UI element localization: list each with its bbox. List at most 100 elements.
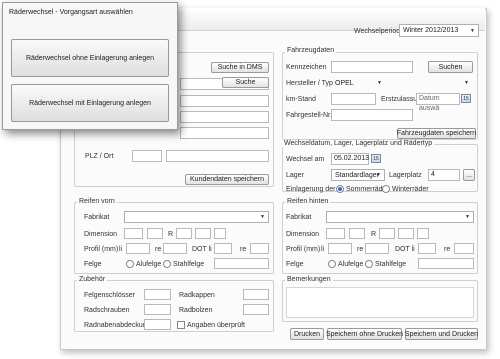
erstzulassung-input[interactable]: Datum auswä xyxy=(416,93,460,112)
save-vehicle-button[interactable]: Fahrzeugdaten speichern xyxy=(397,128,476,139)
front-re-label: re xyxy=(155,246,162,253)
front-rim-input[interactable] xyxy=(176,228,192,239)
rear-load-input[interactable] xyxy=(398,228,414,239)
wechsel-label: Wechsel am xyxy=(286,156,325,163)
without-storage-button[interactable]: Räderwechsel ohne Einlagerung anlegen xyxy=(11,39,169,77)
radio-icon xyxy=(382,185,390,193)
rear-stahl-label: Stahlfelge xyxy=(375,260,407,268)
front-felge-input[interactable] xyxy=(214,258,269,269)
rear-felge-input[interactable] xyxy=(418,258,474,269)
plz-input[interactable] xyxy=(132,150,162,162)
front-ratio-input[interactable] xyxy=(147,228,163,239)
lager-select[interactable]: Standardlager ▼ xyxy=(331,169,385,181)
front-speed-input[interactable] xyxy=(214,228,226,239)
radnaben-input[interactable] xyxy=(144,319,171,330)
radbolzen-input[interactable] xyxy=(243,304,269,315)
remarks-title: Bemerkungen xyxy=(285,276,333,283)
lager-label: Lager xyxy=(286,172,304,179)
search-dms-button[interactable]: Suche in DMS xyxy=(211,62,269,73)
front-dot-re-input[interactable] xyxy=(250,243,269,254)
change-title: Wechseldatum, Lager, Lagerplatz und Räde… xyxy=(282,140,435,147)
rear-width-input[interactable] xyxy=(326,228,345,239)
rear-alu-label: Alufelge xyxy=(338,260,364,268)
angaben-checkbox[interactable]: Angaben überprüft xyxy=(177,321,245,329)
chevron-down-icon: ▼ xyxy=(260,214,265,220)
rear-title: Reifen hinten xyxy=(285,198,331,205)
rear-stahl-radio[interactable]: Stahlfelge xyxy=(365,260,406,268)
city-input[interactable] xyxy=(166,150,269,162)
front-stahl-label: Stahlfelge xyxy=(173,260,205,268)
angaben-label: Angaben überprüft xyxy=(187,321,245,329)
period-select[interactable]: Winter 2012/2013 ▼ xyxy=(399,24,479,37)
wechsel-date-input[interactable]: 05.02.2013 xyxy=(331,153,369,165)
front-width-input[interactable] xyxy=(124,228,143,239)
felgenschloesser-label: Felgenschlösser xyxy=(84,292,135,299)
front-felge-label: Felge xyxy=(84,261,102,268)
hersteller-select[interactable]: OPEL ▼ xyxy=(331,77,386,89)
lagerplatz-label: Lagerplatz xyxy=(389,172,422,179)
lager-value: Standardlager xyxy=(335,171,379,179)
front-fabrikat-select[interactable]: ▼ xyxy=(124,211,269,223)
chevron-down-icon: ▼ xyxy=(376,172,381,178)
front-stahl-radio[interactable]: Stahlfelge xyxy=(163,260,204,268)
radbolzen-label: Radbolzen xyxy=(179,307,213,314)
rear-profil-label: Profil (mm) xyxy=(286,246,321,253)
rear-dot-re-input[interactable] xyxy=(454,243,474,254)
felgenschloesser-input[interactable] xyxy=(144,289,171,300)
front-load-input[interactable] xyxy=(195,228,211,239)
fahrgestell-input[interactable] xyxy=(331,109,413,121)
radio-icon xyxy=(126,260,134,268)
save-customer-button[interactable]: Kundendaten speichern xyxy=(185,174,269,185)
rear-profil-re-input[interactable] xyxy=(365,243,389,254)
hersteller-value: OPEL xyxy=(335,79,354,87)
search-button[interactable]: Suche xyxy=(222,77,269,88)
checkbox-icon xyxy=(177,321,185,329)
lagerplatz-input[interactable]: 4 xyxy=(428,169,460,181)
front-alu-radio[interactable]: Alufelge xyxy=(126,260,161,268)
customer-field-2[interactable] xyxy=(180,95,269,107)
front-dot-li-input[interactable] xyxy=(214,243,232,254)
rear-profil-li-input[interactable] xyxy=(328,243,352,254)
winter-radio[interactable]: Winterräder xyxy=(382,185,429,193)
radschrauben-input[interactable] xyxy=(144,304,171,315)
rear-speed-input[interactable] xyxy=(417,228,429,239)
customer-field-4[interactable] xyxy=(180,127,269,139)
rear-re-label: re xyxy=(357,246,364,253)
remarks-textarea[interactable] xyxy=(286,287,474,318)
save-no-print-button[interactable]: Speichern ohne Drucken xyxy=(326,328,403,340)
rear-rim-input[interactable] xyxy=(379,228,395,239)
lagerplatz-more-button[interactable]: ... xyxy=(463,169,475,181)
summer-radio[interactable]: Sommerräder xyxy=(336,185,389,193)
radkappen-input[interactable] xyxy=(243,289,269,300)
rear-li-label: li xyxy=(321,246,325,253)
print-button[interactable]: Drucken xyxy=(290,328,324,340)
front-dimension-label: Dimension xyxy=(84,231,118,238)
rear-dimension-label: Dimension xyxy=(286,231,320,238)
front-profil-li-input[interactable] xyxy=(126,243,150,254)
calendar-icon[interactable]: 15 xyxy=(371,154,381,163)
typ-select[interactable]: ▼ xyxy=(390,77,473,89)
rear-dot-li-input[interactable] xyxy=(418,243,436,254)
einlagerung-label: Einlagerung der xyxy=(286,186,336,193)
save-print-button[interactable]: Speichern und Drucken xyxy=(405,328,478,340)
rear-alu-radio[interactable]: Alufelge xyxy=(328,260,363,268)
rear-felge-label: Felge xyxy=(286,261,304,268)
radio-icon xyxy=(365,260,373,268)
with-storage-button[interactable]: Räderwechsel mit Einlagerung anlegen xyxy=(11,84,169,122)
rear-dot-li-label: DOT li xyxy=(395,246,415,253)
rear-ratio-input[interactable] xyxy=(349,228,365,239)
km-input[interactable] xyxy=(331,93,376,105)
front-title: Reifen vorn xyxy=(77,198,117,205)
radio-icon xyxy=(163,260,171,268)
customer-field-3[interactable] xyxy=(180,111,269,123)
calendar-icon[interactable]: 15 xyxy=(461,94,471,103)
vehicle-search-button[interactable]: Suchen xyxy=(428,61,473,73)
kennzeichen-input[interactable] xyxy=(331,61,413,73)
front-fabrikat-label: Fabrikat xyxy=(84,214,110,221)
km-label: km-Stand xyxy=(286,96,316,103)
rear-dot-re-label: re xyxy=(444,246,451,253)
front-profil-re-input[interactable] xyxy=(163,243,187,254)
chevron-down-icon: ▼ xyxy=(465,214,470,220)
rear-fabrikat-select[interactable]: ▼ xyxy=(326,211,474,223)
chevron-down-icon: ▼ xyxy=(470,27,475,34)
